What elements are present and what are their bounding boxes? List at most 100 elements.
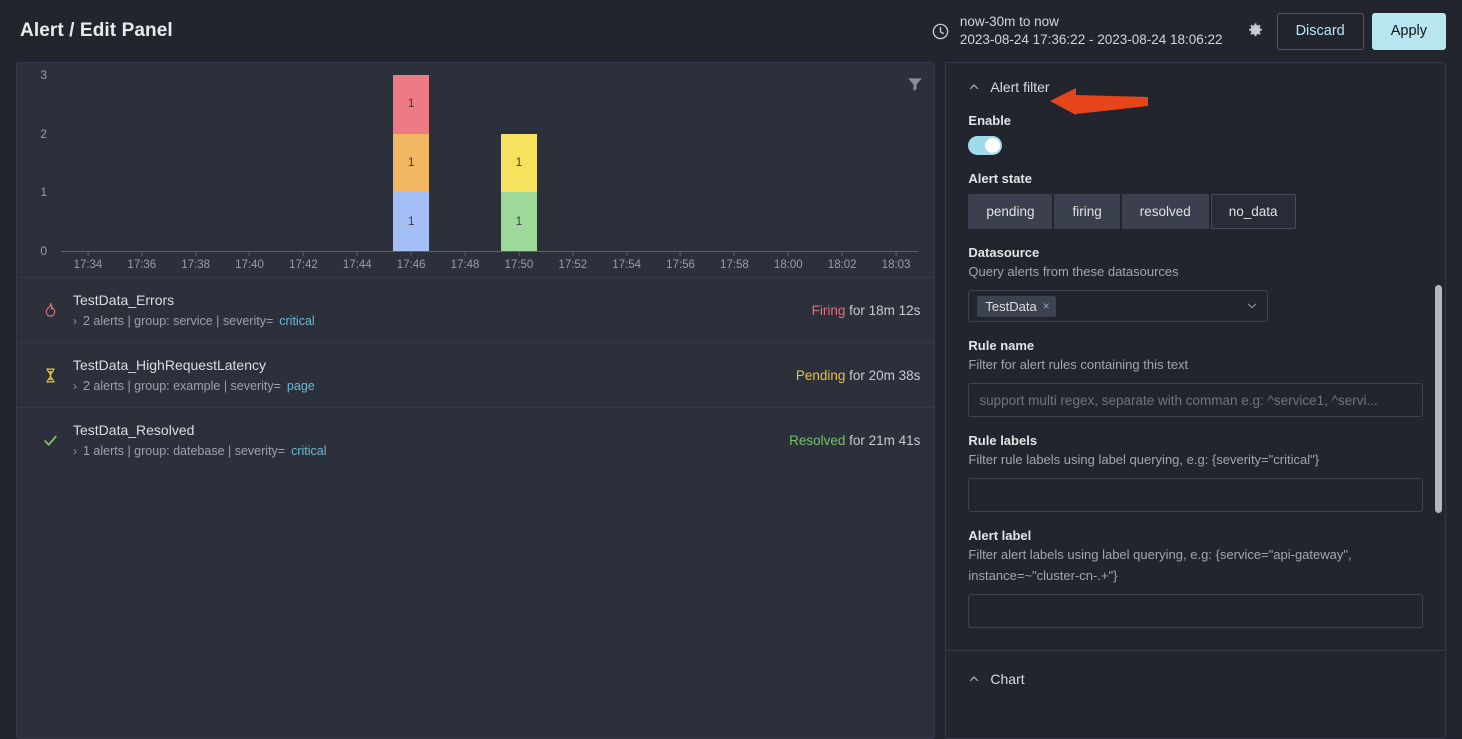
alert-rule-meta[interactable]: › 2 alerts | group: example | severity= pa… (73, 379, 796, 393)
chevron-up-icon (970, 676, 979, 681)
toggle-knob (985, 138, 1001, 153)
clock-icon (932, 23, 949, 39)
chart-x-tick: 17:36 (127, 251, 156, 271)
alert-label-description: Filter alert labels using label querying… (968, 547, 1352, 583)
alert-rule-duration: for 21m 41s (845, 432, 921, 448)
chevron-up-icon (970, 84, 979, 90)
chart-x-tick: 17:58 (720, 251, 749, 271)
alert-state-option-no_data[interactable]: no_data (1210, 194, 1296, 229)
chart-x-tick: 17:50 (504, 251, 534, 271)
chart-x-tick: 17:52 (558, 251, 587, 271)
alert-rule-meta[interactable]: › 1 alerts | group: datebase | severity= c… (73, 444, 789, 458)
time-range-absolute: 2023-08-24 17:36:22 - 2023-08-24 18:06:2… (959, 32, 1223, 47)
settings-button[interactable] (1241, 16, 1271, 46)
check-icon (39, 429, 61, 451)
time-range-relative: now-30m to now (959, 13, 1059, 29)
chart-x-tick-label: 17:54 (612, 259, 642, 271)
alert-rule-info: TestData_Resolved › 1 alerts | group: date… (73, 422, 789, 458)
chart-x-tick-mark (464, 251, 466, 256)
alert-state-option-pending[interactable]: pending (968, 194, 1053, 229)
chart-bar-segment[interactable]: 1 (500, 192, 537, 251)
datasource-select[interactable]: TestData × (968, 290, 1269, 323)
chart-x-tick-label: 17:42 (289, 259, 318, 271)
chart-x-tick-label: 17:34 (73, 259, 103, 271)
chart-x-tick: 17:40 (235, 251, 264, 271)
chart-x-tick-label: 17:38 (181, 259, 211, 271)
page-title: Alert / Edit Panel (20, 20, 173, 41)
chart-bar-segment[interactable]: 1 (393, 75, 430, 134)
options-panel: Alert filter Enable Alert state pending f… (945, 62, 1446, 739)
chevron-right-icon[interactable]: › (73, 445, 77, 457)
apply-button[interactable]: Apply (1371, 12, 1446, 50)
chart-x-tick-label: 17:44 (342, 259, 372, 271)
chart-bar-stack[interactable]: 111 (393, 75, 430, 251)
alert-state-option-resolved[interactable]: resolved (1121, 194, 1209, 229)
alert-rule-status: Pending for 20m 38s (796, 368, 921, 383)
chart-bar-segment[interactable]: 1 (500, 133, 537, 193)
chart-x-tick: 17:38 (181, 251, 210, 271)
rule-name-description: Filter for alert rules containing this t… (968, 357, 1189, 373)
chart-x-tick-label: 17:40 (235, 259, 264, 271)
alert-state-radio-group: pending firing resolved no_data (968, 194, 1423, 229)
chart-x-tick: 17:48 (450, 251, 480, 271)
status-badge: Resolved (789, 432, 846, 448)
chevron-right-icon[interactable]: › (73, 380, 77, 392)
alert-panel: 0123 11111 17:34 17:36 17:38 17:40 17:42 17:4… (16, 62, 936, 739)
alert-rule-name: TestData_Resolved (73, 422, 195, 438)
chart-x-tick: 18:00 (774, 251, 803, 271)
chart-x-tick-label: 17:48 (450, 259, 480, 271)
chart-x-tick: 17:56 (666, 251, 695, 271)
chart-x-tick-label: 17:56 (666, 259, 695, 271)
rule-labels-field: Rule labels Filter rule labels using lab… (968, 433, 1423, 513)
chart-x-tick-label: 17:36 (127, 259, 157, 271)
chart-x-tick-label: 17:50 (504, 259, 534, 271)
alert-label-field: Alert label Filter alert labels using la… (968, 528, 1423, 628)
alert-label-input[interactable] (968, 593, 1423, 628)
fire-icon (39, 299, 61, 321)
enable-toggle[interactable] (968, 136, 1003, 155)
time-range-picker[interactable]: now-30m to now 2023-08-24 17:36:22 - 202… (923, 9, 1231, 53)
alert-history-chart: 0123 11111 17:34 17:36 17:38 17:40 17:42 17:4… (17, 63, 934, 277)
datasource-field: Datasource Query alerts from these datas… (968, 245, 1423, 323)
chart-y-tick-label: 0 (40, 244, 47, 258)
datasource-chip-label: TestData (985, 298, 1037, 314)
rule-labels-input[interactable] (968, 478, 1423, 513)
chart-x-tick: 18:02 (828, 251, 857, 271)
options-scrollbar[interactable] (1435, 63, 1442, 738)
chart-section-header[interactable]: Chart (968, 667, 1423, 689)
rule-name-field: Rule name Filter for alert rules contain… (968, 338, 1423, 418)
chart-y-tick-label: 3 (40, 68, 47, 82)
alert-rule-status: Firing for 18m 12s (812, 303, 921, 318)
options-scrollbar-thumb[interactable] (1435, 285, 1442, 513)
rule-labels-label: Rule labels (968, 433, 1038, 449)
chart-x-tick-mark (302, 251, 304, 256)
chart-x-tick-mark (733, 251, 735, 256)
page-header: Alert / Edit Panel now-30m to now 2023-0… (0, 0, 1462, 62)
status-badge: Pending (795, 367, 846, 383)
alert-rule-row[interactable]: TestData_HighRequestLatency › 2 alerts | g… (17, 342, 935, 407)
chart-y-tick-label: 2 (40, 126, 47, 141)
alert-rule-row[interactable]: TestData_Resolved › 1 alerts | group: date… (17, 407, 935, 472)
chart-bar-segment[interactable]: 1 (393, 133, 430, 193)
alert-state-option-firing[interactable]: firing (1054, 194, 1120, 229)
discard-button[interactable]: Discard (1276, 12, 1364, 50)
alert-filter-section-header[interactable]: Alert filter (968, 75, 1423, 97)
chart-x-tick-mark (518, 251, 520, 256)
enable-label: Enable (968, 113, 1012, 128)
chart-plot-area: 11111 (61, 75, 918, 251)
chart-x-tick-mark (626, 251, 628, 256)
rule-labels-description: Filter rule labels using label querying,… (968, 452, 1320, 468)
chevron-right-icon[interactable]: › (73, 315, 77, 327)
chevron-down-icon (1248, 303, 1257, 309)
alert-filter-section: Alert filter Enable Alert state pending f… (946, 63, 1445, 651)
chart-bar-segment[interactable]: 1 (393, 192, 430, 251)
alert-rule-meta[interactable]: › 2 alerts | group: service | severity= cr… (73, 314, 812, 328)
alert-rule-row[interactable]: TestData_Errors › 2 alerts | group: servic… (17, 277, 935, 342)
alert-rule-meta-text: 2 alerts | group: example | severity= (83, 379, 281, 393)
time-range-text: now-30m to now 2023-08-24 17:36:22 - 202… (960, 13, 1223, 49)
rule-name-input[interactable] (968, 383, 1423, 418)
status-badge: Firing (811, 302, 846, 318)
remove-datasource-icon[interactable]: × (1043, 299, 1050, 313)
datasource-description: Query alerts from these datasources (968, 264, 1179, 279)
chart-bar-stack[interactable]: 11 (500, 133, 537, 251)
